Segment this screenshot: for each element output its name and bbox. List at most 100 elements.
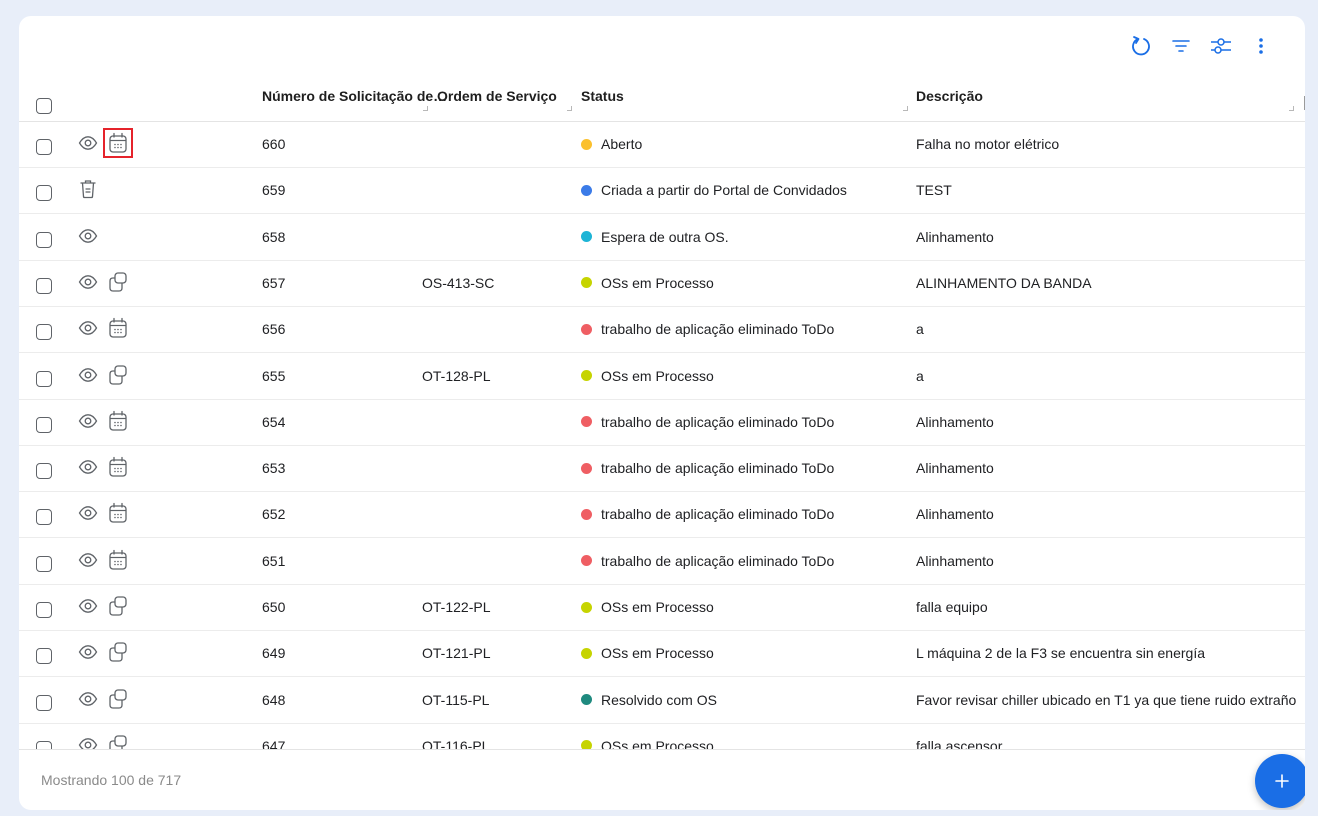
eye-button[interactable] [77,688,99,710]
columns-settings-button[interactable] [1209,34,1233,58]
select-all-checkbox[interactable] [36,98,52,114]
eye-icon [78,645,98,660]
table-row[interactable]: 659 Criada a partir do Portal de Convidad… [19,168,1305,215]
eye-button[interactable] [77,132,99,154]
column-header-order[interactable]: Ordem de Serviço [437,88,557,104]
calendar-icon [109,132,127,153]
row-checkbox[interactable] [36,139,52,155]
table-row[interactable]: 650 OT-122-PL OSs em Processo falla equipo [19,585,1305,631]
row-checkbox[interactable] [36,185,52,202]
copy-button[interactable] [107,641,129,663]
cell-status: trabalho de aplicação eliminado ToDo [581,506,834,522]
copy-button[interactable] [107,688,129,710]
row-checkbox[interactable] [36,231,52,248]
eye-button[interactable] [77,271,99,293]
status-label: Espera de outra OS. [601,228,729,245]
copy-button[interactable] [107,271,129,293]
calendar-button[interactable] [107,317,129,339]
cell-description: TEST [916,182,952,199]
more-options-button[interactable] [1249,34,1273,58]
copy-icon [109,735,127,749]
row-checkbox[interactable] [36,602,52,618]
column-header-number[interactable]: Número de Solicitação de… [262,88,447,104]
copy-button[interactable] [107,364,129,386]
table-row[interactable]: 652 trabalho de aplicação eliminado ToDo A… [19,492,1305,539]
column-resize-handle[interactable] [567,106,572,111]
eye-button[interactable] [77,595,99,617]
row-checkbox[interactable] [36,509,52,526]
table-row[interactable]: 660 Aberto Falha no motor elétrico [19,122,1305,168]
calendar-button[interactable] [107,549,129,571]
eye-button[interactable] [77,410,99,432]
column-resize-handle[interactable] [1289,106,1294,111]
table-row[interactable]: 654 trabalho de aplicação eliminado ToDo A… [19,400,1305,446]
eye-button[interactable] [77,502,99,524]
row-checkbox[interactable] [36,694,52,711]
eye-button[interactable] [77,641,99,663]
eye-icon [78,228,98,243]
status-dot [581,323,592,335]
cell-status: trabalho de aplicação eliminado ToDo [581,414,834,430]
cell-request-number: 658 [262,228,286,245]
copy-button[interactable] [107,595,129,617]
table-row[interactable]: 657 OS-413-SC OSs em Processo ALINHAMENTO D… [19,261,1305,307]
row-checkbox[interactable] [36,370,52,387]
calendar-icon [109,456,127,477]
eye-button[interactable] [77,364,99,386]
table-toolbar [1129,32,1273,60]
row-checkbox[interactable] [36,324,52,341]
status-dot [581,601,592,613]
calendar-icon [109,549,127,570]
eye-button[interactable] [77,317,99,339]
eye-button[interactable] [77,225,99,247]
row-checkbox[interactable] [36,555,52,572]
eye-icon [78,506,98,521]
table-row[interactable]: 649 OT-121-PL OSs em Processo L máquina 2 d… [19,631,1305,678]
column-resize-handle[interactable] [903,106,908,111]
table-row[interactable]: 651 trabalho de aplicação eliminado ToDo A… [19,539,1305,585]
table-row[interactable]: 653 trabalho de aplicação eliminado ToDo A… [19,446,1305,493]
status-label: trabalho de aplicação eliminado ToDo [601,413,835,430]
cell-request-number: 654 [262,413,286,430]
row-checkbox[interactable] [36,740,52,749]
row-checkbox[interactable] [36,463,52,480]
column-separator [1304,96,1305,110]
copy-button[interactable] [107,734,129,749]
row-checkbox[interactable] [36,277,52,294]
row-checkbox[interactable] [36,416,52,433]
cell-request-number: 652 [262,506,286,523]
cell-description: Alinhamento [916,552,994,569]
calendar-button[interactable] [107,502,129,524]
calendar-button[interactable] [107,456,129,478]
status-label: Criada a partir do Portal de Convidados [601,182,847,199]
column-header-description[interactable]: Descrição [916,88,983,104]
cell-status: OSs em Processo [581,599,714,615]
cell-description: falla ascensor [916,737,1003,749]
table-row[interactable]: 658 Espera de outra OS. Alinhamento [19,215,1305,261]
trash-button[interactable] [77,178,99,200]
filter-button[interactable] [1169,34,1193,58]
status-dot [581,555,592,567]
row-checkbox[interactable] [36,648,52,665]
eye-button[interactable] [77,456,99,478]
status-dot [581,416,592,428]
table-row[interactable]: 647 OT-116-PL OSs em Processo falla ascenso… [19,724,1305,749]
cell-description: Alinhamento [916,506,994,523]
calendar-button[interactable] [107,410,129,432]
cell-service-order: OT-115-PL [422,691,490,708]
eye-button[interactable] [77,549,99,571]
eye-icon [78,738,98,749]
cell-status: Espera de outra OS. [581,229,729,245]
column-header-status[interactable]: Status [581,88,624,104]
cell-status: trabalho de aplicação eliminado ToDo [581,460,834,476]
table-row[interactable]: 656 trabalho de aplicação eliminado ToDo a [19,307,1305,354]
refresh-button[interactable] [1129,34,1153,58]
calendar-button[interactable] [103,128,133,158]
add-request-button[interactable] [1255,754,1305,808]
table-row[interactable]: 655 OT-128-PL OSs em Processo a [19,354,1305,400]
cell-service-order: OT-121-PL [422,645,491,662]
cell-description: a [916,367,924,384]
eye-button[interactable] [77,734,99,749]
column-resize-handle[interactable] [423,106,428,111]
table-row[interactable]: 648 OT-115-PL Resolvido com OS Favor revisa… [19,678,1305,724]
